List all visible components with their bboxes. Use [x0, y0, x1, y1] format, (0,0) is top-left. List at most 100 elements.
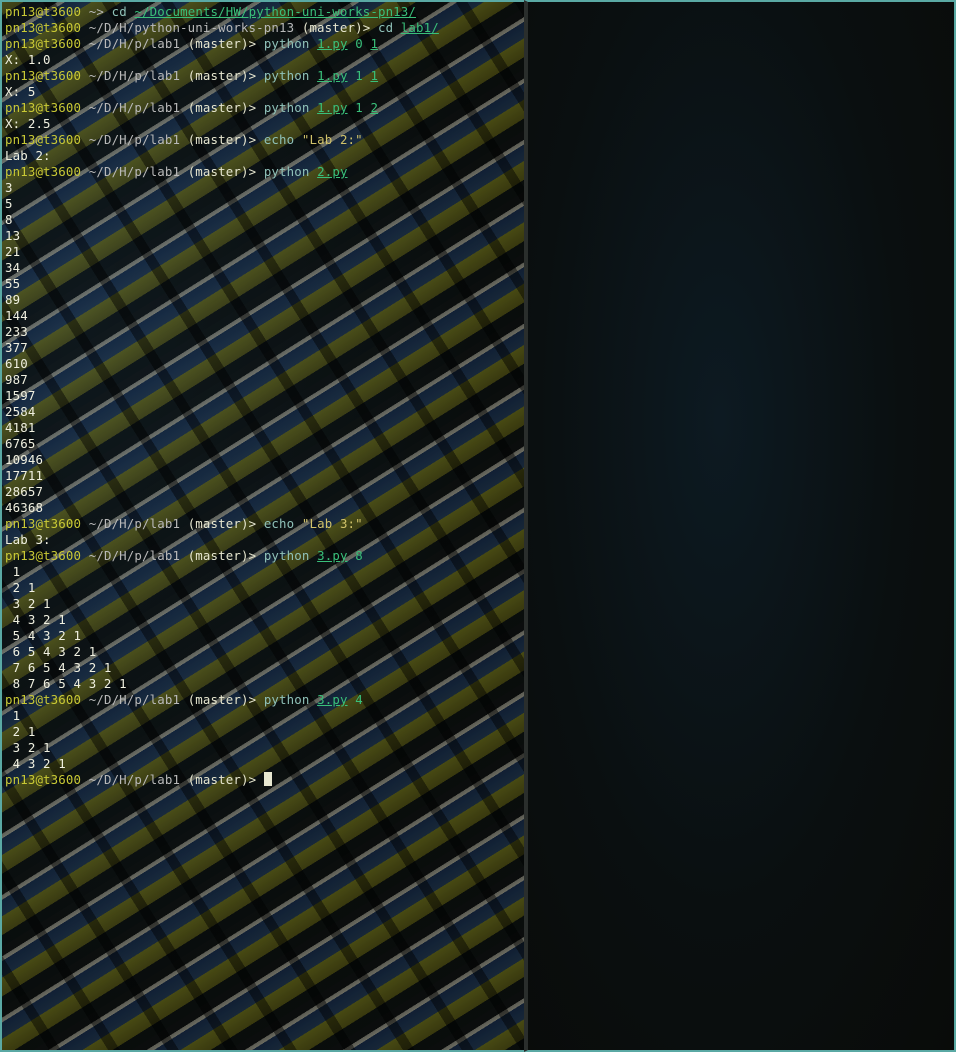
prompt-user-host: pn13@t3600: [5, 4, 82, 19]
prompt-line: pn13@t3600 ~/D/H/p/lab1 (master)> python…: [5, 36, 524, 52]
output-text: 4 3 2 1: [5, 756, 66, 771]
output-line: 610: [5, 356, 524, 372]
output-line: 233: [5, 324, 524, 340]
output-text: 8 7 6 5 4 3 2 1: [5, 676, 127, 691]
prompt-user-host: pn13@t3600: [5, 36, 82, 51]
prompt-path: ~>: [88, 4, 104, 19]
output-line: X: 5: [5, 84, 524, 100]
prompt-line: pn13@t3600 ~/D/H/p/lab1 (master)> echo "…: [5, 132, 524, 148]
output-text: 1597: [5, 388, 36, 403]
output-line: 21: [5, 244, 524, 260]
output-text: 2584: [5, 404, 36, 419]
command-argument: 4: [355, 692, 363, 707]
prompt-user-host: pn13@t3600: [5, 692, 82, 707]
output-line: Lab 3:: [5, 532, 524, 548]
output-line: 17711: [5, 468, 524, 484]
prompt-line: pn13@t3600 ~/D/H/p/lab1 (master)> python…: [5, 692, 524, 708]
output-line: 1597: [5, 388, 524, 404]
output-text: 7 6 5 4 3 2 1: [5, 660, 112, 675]
output-line: 6 5 4 3 2 1: [5, 644, 524, 660]
output-line: 28657: [5, 484, 524, 500]
path-link-argument[interactable]: 1.py: [317, 100, 347, 115]
output-text: 1: [5, 564, 21, 579]
output-text: 1: [5, 708, 21, 723]
output-text: 17711: [5, 468, 44, 483]
output-line: 377: [5, 340, 524, 356]
output-line: 10946: [5, 452, 524, 468]
output-text: 55: [5, 276, 21, 291]
path-link-argument[interactable]: 1: [370, 36, 378, 51]
prompt-user-host: pn13@t3600: [5, 516, 82, 531]
command-name: cd: [111, 4, 127, 19]
path-link-argument[interactable]: 1.py: [317, 36, 347, 51]
path-link-argument[interactable]: 2: [370, 100, 378, 115]
output-line: 55: [5, 276, 524, 292]
output-line: 46368: [5, 500, 524, 516]
output-line: 13: [5, 228, 524, 244]
output-line: Lab 2:: [5, 148, 524, 164]
output-text: X: 1.0: [5, 52, 51, 67]
path-link-argument[interactable]: 3.py: [317, 692, 347, 707]
prompt-line: pn13@t3600 ~/D/H/p/lab1 (master)> python…: [5, 164, 524, 180]
path-link-argument[interactable]: 1: [370, 68, 378, 83]
output-line: 1: [5, 708, 524, 724]
output-line: 6765: [5, 436, 524, 452]
prompt-path: ~/D/H/p/lab1: [88, 772, 181, 787]
prompt-path: ~/D/H/p/lab1: [88, 548, 181, 563]
prompt-git-branch: (master)>: [187, 132, 257, 147]
prompt-line: pn13@t3600 ~/D/H/p/lab1 (master)> echo "…: [5, 516, 524, 532]
output-line: 7 6 5 4 3 2 1: [5, 660, 524, 676]
path-link-argument[interactable]: 2.py: [317, 164, 347, 179]
output-text: 144: [5, 308, 28, 323]
terminal-pane-left[interactable]: pn13@t3600 ~> cd ~/Documents/HW/python-u…: [0, 0, 524, 1052]
prompt-line: pn13@t3600 ~> cd ~/Documents/HW/python-u…: [5, 4, 524, 20]
output-text: 21: [5, 244, 21, 259]
output-line: X: 1.0: [5, 52, 524, 68]
path-link-argument[interactable]: 1.py: [317, 68, 347, 83]
prompt-line: pn13@t3600 ~/D/H/p/lab1 (master)> python…: [5, 68, 524, 84]
path-link-argument[interactable]: 3.py: [317, 548, 347, 563]
output-text: X: 2.5: [5, 116, 51, 131]
output-text: 13: [5, 228, 21, 243]
output-text: 3 2 1: [5, 596, 51, 611]
command-argument: 8: [355, 548, 363, 563]
prompt-git-branch: (master)>: [187, 68, 257, 83]
output-text: 2 1: [5, 724, 36, 739]
text-cursor[interactable]: [263, 772, 272, 786]
output-line: 2 1: [5, 580, 524, 596]
output-line: 1: [5, 564, 524, 580]
terminal-output[interactable]: pn13@t3600 ~> cd ~/Documents/HW/python-u…: [5, 4, 524, 788]
prompt-path: ~/D/H/python-uni-works-pn13: [88, 20, 295, 35]
output-text: 28657: [5, 484, 44, 499]
output-text: 5: [5, 196, 13, 211]
output-line: 3 2 1: [5, 596, 524, 612]
output-line: 8: [5, 212, 524, 228]
output-text: 8: [5, 212, 13, 227]
command-name: python: [263, 68, 310, 83]
output-text: 89: [5, 292, 21, 307]
output-line: 987: [5, 372, 524, 388]
prompt-user-host: pn13@t3600: [5, 100, 82, 115]
path-link-argument[interactable]: lab1/: [401, 20, 439, 35]
command-name: python: [263, 548, 310, 563]
output-line: 5: [5, 196, 524, 212]
output-line: 4181: [5, 420, 524, 436]
terminal-pane-right[interactable]: [524, 0, 956, 1052]
prompt-git-branch: (master)>: [187, 772, 257, 787]
output-text: 34: [5, 260, 21, 275]
output-line: 3: [5, 180, 524, 196]
output-line: 144: [5, 308, 524, 324]
command-name: python: [263, 100, 310, 115]
prompt-path: ~/D/H/p/lab1: [88, 100, 181, 115]
prompt-user-host: pn13@t3600: [5, 20, 82, 35]
prompt-user-host: pn13@t3600: [5, 548, 82, 563]
output-line: 4 3 2 1: [5, 612, 524, 628]
output-text: 4 3 2 1: [5, 612, 66, 627]
prompt-line: pn13@t3600 ~/D/H/p/lab1 (master)> python…: [5, 100, 524, 116]
desktop-screen: pn13@t3600 ~> cd ~/Documents/HW/python-u…: [0, 0, 956, 1052]
output-text: 3 2 1: [5, 740, 51, 755]
output-line: X: 2.5: [5, 116, 524, 132]
output-text: Lab 2:: [5, 148, 51, 163]
path-link-argument[interactable]: ~/Documents/HW/python-uni-works-pn13/: [134, 4, 416, 19]
command-argument: 0: [355, 36, 363, 51]
